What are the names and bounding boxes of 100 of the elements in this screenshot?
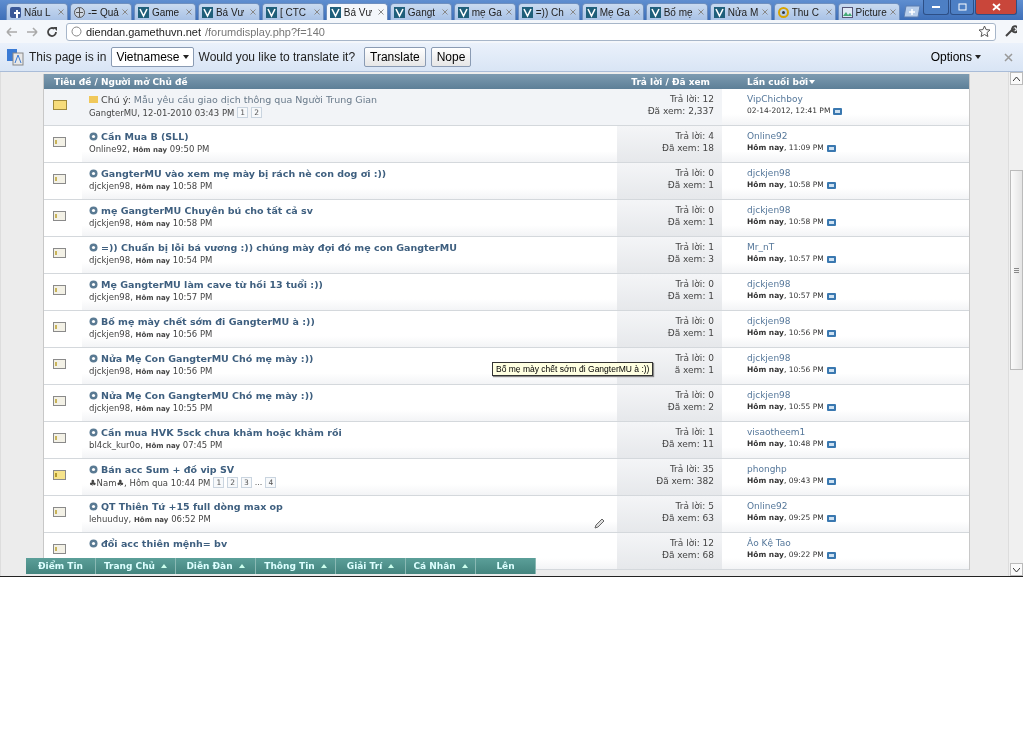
star-icon[interactable] (978, 25, 991, 38)
browser-tab[interactable]: Picture (837, 3, 900, 20)
app-icon (10, 6, 21, 18)
scroll-down-icon[interactable] (1009, 563, 1023, 576)
nav-button[interactable]: Cá Nhân (406, 558, 476, 574)
last-poster[interactable]: Online92 (747, 500, 969, 512)
thread-starter: ♣Nam♣, Hôm qua 10:44 PM (89, 477, 211, 488)
last-poster[interactable]: phonghp (747, 463, 969, 475)
thread-title[interactable]: Bán acc Sum + đồ vip SV (101, 464, 235, 475)
column-header[interactable]: Tiêu đề / Người mở Chủ đề (44, 76, 617, 87)
thread-title[interactable]: =)) Chuẩn bị lỗi bá vương :)) chúng mày đợi đó mẹ con GangterMU (101, 242, 457, 253)
site-icon (585, 6, 597, 18)
scroll-thumb[interactable] (1009, 170, 1023, 370)
go-to-post-icon[interactable] (826, 218, 836, 226)
thread-title[interactable]: Mẹ GangterMU làm cave từ hồi 13 tuổi :)) (101, 279, 323, 290)
new-tab-icon[interactable] (903, 5, 922, 18)
last-poster[interactable]: visaotheem1 (747, 426, 969, 438)
thread-title[interactable]: đổi acc thiên mệnh= bv (101, 538, 228, 549)
tooltip: Bố mẹ mày chết sớm đi GangterMU à :)) (492, 362, 654, 376)
browser-tab[interactable]: Bá Vư (325, 3, 388, 20)
view-count: Đã xem: 1 (667, 290, 714, 302)
reply-count: Trả lời: 0 (675, 204, 714, 216)
view-count: Đã xem: 18 (661, 142, 714, 154)
column-header[interactable]: Lần cuối bởi (722, 76, 969, 87)
go-to-post-icon[interactable] (826, 477, 836, 485)
site-icon (521, 6, 533, 18)
nav-button[interactable]: Thông Tin (256, 558, 336, 574)
go-to-post-icon[interactable] (826, 440, 836, 448)
thread-title[interactable]: Nửa Mẹ Con GangterMU Chó mẹ mày :)) (101, 353, 314, 364)
reply-count: Trả lời: 4 (675, 130, 714, 142)
go-to-post-icon[interactable] (826, 292, 836, 300)
browser-tab[interactable]: Nấu L (6, 3, 68, 20)
view-count: Đã xem: 2 (667, 401, 714, 413)
nav-button[interactable]: Điểm Tin (26, 558, 96, 574)
view-count: Đã xem: 2,337 (647, 105, 714, 117)
translate-bar-button[interactable]: Nope (430, 47, 472, 67)
browser-tab[interactable]: =)) Ch (517, 3, 580, 20)
bullet-icon (89, 169, 98, 178)
translate-prompt: This page is in (29, 50, 107, 64)
go-to-post-icon[interactable] (833, 107, 843, 115)
site-icon (265, 6, 277, 18)
go-to-post-icon[interactable] (826, 366, 836, 374)
thread-title[interactable]: Bố mẹ mày chết sớm đi GangterMU à :)) (101, 316, 315, 327)
thread-title[interactable]: GangterMU vào xem mẹ mày bị rách nè con dog ơi :)) (101, 168, 387, 179)
browser-tab[interactable]: mẹ Ga (453, 3, 516, 20)
last-poster[interactable]: Ảo Kệ Tao (747, 537, 969, 549)
browser-tab[interactable]: -= Quả (69, 3, 132, 20)
browser-tab[interactable]: Bố mẹ (645, 3, 708, 20)
view-count: Đã xem: 11 (661, 438, 714, 450)
nav-button[interactable]: Diễn Đàn (176, 558, 256, 574)
last-poster[interactable]: Online92 (747, 130, 969, 142)
last-poster[interactable]: djckjen98 (747, 204, 969, 216)
last-poster[interactable]: djckjen98 (747, 167, 969, 179)
language-select[interactable]: Vietnamese (111, 47, 194, 67)
translate-bar-button[interactable]: Translate (364, 47, 426, 67)
last-poster[interactable]: djckjen98 (747, 352, 969, 364)
browser-tab[interactable]: Game (133, 3, 196, 20)
thread-title[interactable]: QT Thiên Tứ +15 full dòng max op (101, 501, 283, 512)
last-poster[interactable]: VipChichboy (747, 93, 969, 105)
close-icon[interactable] (377, 9, 384, 15)
thread-title[interactable]: Mẫu yêu cầu giao dịch thông qua Người Trung Gian (133, 94, 378, 105)
thread-title[interactable]: Cần Mua B (SLL) (101, 131, 189, 142)
close-button[interactable] (975, 0, 1018, 15)
go-to-post-icon[interactable] (826, 144, 836, 152)
browser-tab[interactable]: Gangt (389, 3, 452, 20)
go-to-post-icon[interactable] (826, 255, 836, 263)
bullet-icon (89, 354, 98, 363)
browser-tab[interactable]: Nửa M (709, 3, 772, 20)
reply-count: Trả lời: 0 (675, 167, 714, 179)
go-to-post-icon[interactable] (826, 329, 836, 337)
close-icon[interactable] (1004, 52, 1013, 62)
nav-button[interactable]: Trang Chủ (96, 558, 176, 574)
site-icon (137, 6, 149, 18)
go-to-post-icon[interactable] (826, 514, 836, 522)
last-poster[interactable]: djckjen98 (747, 389, 969, 401)
maximize-button[interactable] (950, 0, 975, 15)
go-to-post-icon[interactable] (826, 181, 836, 189)
column-header[interactable]: Trả lời / Đã xem (617, 76, 722, 87)
browser-tab[interactable]: Bá Vư (197, 3, 260, 20)
go-to-post-icon[interactable] (826, 403, 836, 411)
nav-button[interactable]: Giải Trí (336, 558, 406, 574)
browser-tab[interactable]: [ CTC (261, 3, 324, 20)
thread-title[interactable]: Cần mua HVK 5sck chưa khảm hoặc khảm rồi (101, 427, 342, 438)
last-poster[interactable]: Mr_nT (747, 241, 969, 253)
wrench-icon[interactable] (1004, 25, 1017, 38)
minimize-button[interactable] (923, 0, 950, 15)
address-field[interactable]: diendan.gamethuvn.net /forumdisplay.php?f=140 (66, 22, 996, 41)
pencil-icon[interactable] (594, 518, 605, 529)
reload-icon[interactable] (46, 25, 58, 38)
thread-title[interactable]: mẹ GangterMU Chuyên bú cho tất cả sv (101, 205, 313, 216)
browser-tab[interactable]: Thu C (773, 3, 836, 20)
last-poster[interactable]: djckjen98 (747, 278, 969, 290)
thread-title[interactable]: Nửa Mẹ Con GangterMU Chó mẹ mày :)) (101, 390, 314, 401)
last-poster[interactable]: djckjen98 (747, 315, 969, 327)
nav-button[interactable]: Lên (476, 558, 536, 574)
thread-starter: GangterMU, 12-01-2010 03:43 PM (89, 107, 235, 118)
options-menu[interactable]: Options (924, 49, 987, 65)
go-to-post-icon[interactable] (826, 551, 836, 559)
scroll-up-icon[interactable] (1009, 72, 1023, 85)
browser-tab[interactable]: Mẹ Ga (581, 3, 644, 20)
